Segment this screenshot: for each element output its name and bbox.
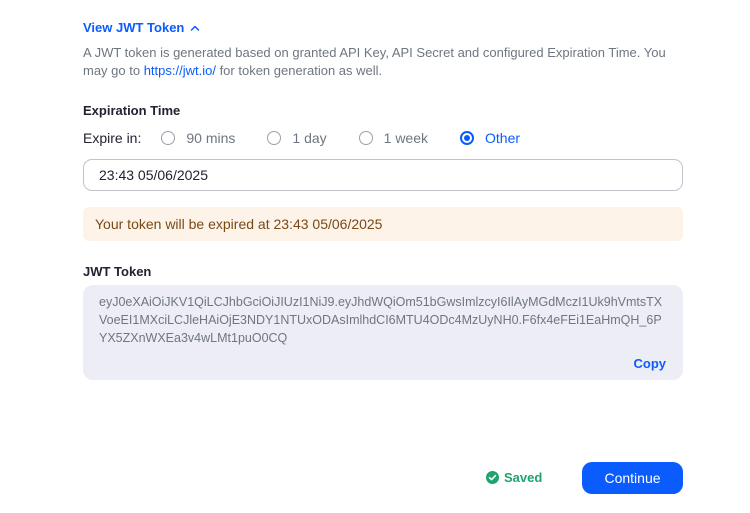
description-text-after: for token generation as well. (215, 63, 383, 78)
expiry-notice-text: Your token will be expired at 23:43 05/0… (95, 216, 383, 232)
radio-90-mins[interactable]: 90 mins (161, 130, 235, 146)
jwt-token-box: eyJ0eXAiOiJKV1QiLCJhbGciOiJIUzI1NiJ9.eyJ… (83, 285, 683, 380)
expiry-notice: Your token will be expired at 23:43 05/0… (83, 207, 683, 241)
radio-label: 90 mins (186, 130, 236, 146)
expire-options: Expire in: 90 mins 1 day 1 week Other (83, 128, 552, 148)
view-jwt-token-label: View JWT Token (83, 20, 185, 35)
copy-button[interactable]: Copy (634, 356, 667, 371)
expiration-time-title: Expiration Time (83, 103, 181, 118)
check-circle-icon (486, 471, 499, 484)
chevron-up-icon (191, 25, 200, 31)
saved-label: Saved (504, 470, 543, 485)
saved-status: Saved (486, 470, 542, 485)
radio-circle-icon (161, 131, 176, 145)
expire-in-label: Expire in: (83, 130, 142, 146)
jwt-token-title: JWT Token (83, 264, 152, 279)
expiration-datetime-input[interactable] (83, 159, 683, 191)
jwt-token-value: eyJ0eXAiOiJKV1QiLCJhbGciOiJIUzI1NiJ9.eyJ… (99, 295, 663, 345)
radio-label: 1 week (383, 130, 428, 146)
jwt-description: A JWT token is generated based on grante… (83, 44, 688, 80)
view-jwt-token-toggle[interactable]: View JWT Token (83, 20, 200, 35)
radio-label: Other (485, 130, 521, 146)
radio-other[interactable]: Other (460, 130, 520, 146)
continue-button[interactable]: Continue (582, 462, 683, 494)
radio-circle-icon (358, 131, 373, 145)
radio-selected-icon (460, 131, 474, 145)
jwt-io-link[interactable]: https://jwt.io/ (144, 63, 216, 78)
radio-label: 1 day (292, 130, 327, 146)
radio-circle-icon (267, 131, 282, 145)
radio-1-day[interactable]: 1 day (267, 130, 327, 146)
radio-1-week[interactable]: 1 week (358, 130, 428, 146)
